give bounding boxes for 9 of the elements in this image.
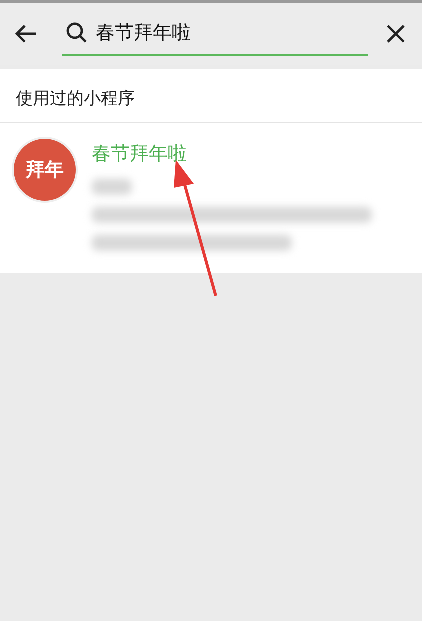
- close-icon: [387, 25, 405, 43]
- mini-program-item[interactable]: 拜年 春节拜年啦: [0, 123, 422, 273]
- app-logo: 拜年: [14, 139, 76, 201]
- search-icon: [66, 22, 88, 44]
- section-title: 使用过的小程序: [0, 69, 422, 123]
- search-field[interactable]: 春节拜年啦: [96, 22, 364, 44]
- redacted-text: [92, 179, 132, 195]
- back-arrow-icon: [15, 24, 37, 44]
- app-title: 春节拜年啦: [92, 142, 188, 167]
